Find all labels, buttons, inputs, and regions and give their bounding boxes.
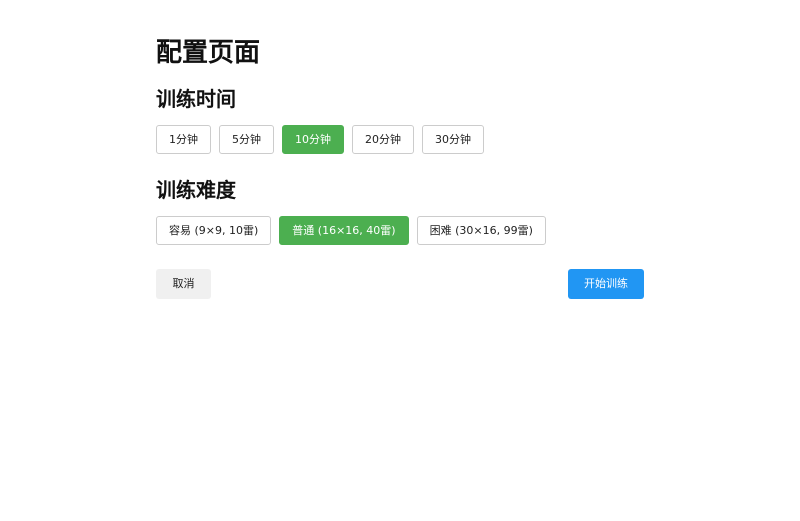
difficulty-option-normal[interactable]: 普通 (16×16, 40雷) [279,216,409,245]
cancel-button[interactable]: 取消 [156,269,211,299]
config-page: 配置页面 训练时间 1分钟 5分钟 10分钟 20分钟 30分钟 训练难度 容易… [0,0,800,521]
training-difficulty-options: 容易 (9×9, 10雷) 普通 (16×16, 40雷) 困难 (30×16,… [156,216,644,245]
training-time-options: 1分钟 5分钟 10分钟 20分钟 30分钟 [156,125,644,154]
page-title: 配置页面 [156,38,261,68]
training-time-heading: 训练时间 [156,87,236,111]
time-option-30min[interactable]: 30分钟 [422,125,484,154]
time-option-20min[interactable]: 20分钟 [352,125,414,154]
time-option-5min[interactable]: 5分钟 [219,125,274,154]
difficulty-option-hard[interactable]: 困难 (30×16, 99雷) [416,216,546,245]
config-panel: 配置页面 训练时间 1分钟 5分钟 10分钟 20分钟 30分钟 训练难度 容易… [156,36,644,299]
training-difficulty-heading: 训练难度 [156,178,236,202]
difficulty-option-easy[interactable]: 容易 (9×9, 10雷) [156,216,272,245]
time-option-1min[interactable]: 1分钟 [156,125,211,154]
time-option-10min[interactable]: 10分钟 [282,125,344,154]
start-training-button[interactable]: 开始训练 [568,269,644,299]
action-bar: 取消 开始训练 [156,269,644,299]
